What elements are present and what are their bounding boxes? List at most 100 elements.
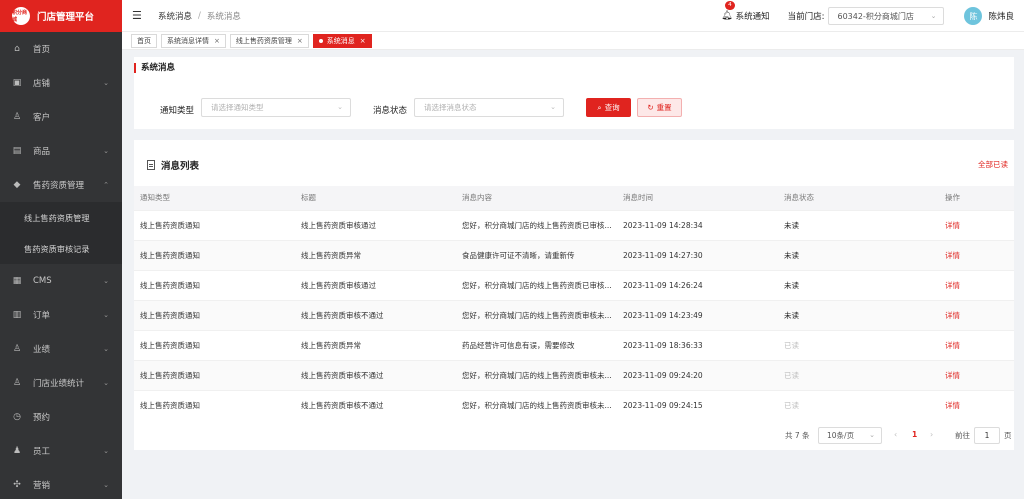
query-button[interactable]: ⌕ 查询: [586, 98, 631, 117]
sidebar-item-label: CMS: [33, 276, 52, 286]
sidebar-item-label: 预约: [33, 413, 51, 423]
detail-link[interactable]: 详情: [939, 329, 1014, 360]
table-cell-title: 线上售药资质审核不通过: [295, 299, 456, 330]
reset-button[interactable]: ↻ 重置: [637, 98, 682, 117]
table-row: 线上售药资质通知 线上售药资质审核通过 您好，积分商城门店的线上售药资质已审核...…: [134, 269, 1014, 300]
detail-link[interactable]: 详情: [939, 239, 1014, 270]
close-icon[interactable]: ×: [360, 37, 366, 45]
table-cell-time: 2023-11-09 14:26:24: [617, 269, 778, 300]
message-status-label: 消息状态: [373, 106, 408, 116]
sidebar-item-label: 店铺: [33, 79, 51, 89]
sidebar-item[interactable]: ▥ 订单 ⌄: [0, 298, 122, 332]
detail-link[interactable]: 详情: [939, 299, 1014, 330]
breadcrumb-current: 系统消息: [206, 11, 241, 22]
sidebar-item[interactable]: ♙ 业绩 ⌄: [0, 332, 122, 366]
sidebar-item[interactable]: ◆ 售药资质管理 ⌃: [0, 168, 122, 202]
sidebar-item[interactable]: ♙ 客户: [0, 100, 122, 134]
marketing-icon: ✣: [13, 480, 21, 490]
logo-bar[interactable]: 积分商城 门店管理平台: [0, 0, 122, 32]
column-header: 操作: [939, 186, 1014, 210]
app-title: 门店管理平台: [37, 12, 95, 23]
table-cell-time: 2023-11-09 09:24:15: [617, 389, 778, 420]
system-notice-button[interactable]: 🔔︎ 4 系统通知: [721, 1, 770, 22]
chevron-down-icon: ⌄: [103, 277, 109, 285]
list-title: 消息列表: [147, 158, 199, 172]
chevron-up-icon: ⌃: [103, 181, 109, 189]
breadcrumb-parent[interactable]: 系统消息: [158, 10, 192, 22]
store-select[interactable]: 60342-积分商城门店 ⌄: [828, 7, 945, 25]
message-status-select[interactable]: 请选择消息状态 ⌄: [414, 98, 564, 117]
username[interactable]: 陈炜良: [988, 10, 1014, 22]
notice-type-label: 通知类型: [160, 106, 195, 116]
detail-link[interactable]: 详情: [939, 359, 1014, 390]
table-cell-status: 已读: [778, 389, 939, 420]
detail-link[interactable]: 详情: [939, 209, 1014, 240]
table-row: 线上售药资质通知 线上售药资质异常 食品健康许可证不清晰，请重新传 2023-11-0…: [134, 239, 1014, 270]
table-cell-status: 未读: [778, 209, 939, 240]
table-cell-type: 线上售药资质通知: [134, 359, 295, 390]
table-cell-content: 药品经营许可信息有误，需要修改: [456, 329, 617, 360]
sidebar-item[interactable]: ⌂ 首页: [0, 32, 122, 66]
detail-link[interactable]: 详情: [939, 389, 1014, 420]
clock-icon: ◷: [13, 412, 21, 422]
chevron-down-icon: ⌄: [103, 345, 109, 353]
notice-type-select[interactable]: 请选择通知类型 ⌄: [201, 98, 351, 117]
table-cell-time: 2023-11-09 14:27:30: [617, 239, 778, 270]
order-icon: ▥: [12, 310, 22, 320]
sidebar-item[interactable]: ▣ 店铺 ⌄: [0, 66, 122, 100]
diamond-icon: ◆: [13, 180, 21, 190]
sidebar-item-label: 营销: [33, 481, 51, 491]
filter-panel: 系统消息 通知类型 请选择通知类型 ⌄ 消息状态 请选择消息状态 ⌄ ⌕ 查询 …: [134, 57, 1014, 129]
page-size-select[interactable]: 10条/页 ⌄: [818, 427, 882, 444]
menu-fold-icon[interactable]: ☰: [132, 9, 146, 22]
table-cell-type: 线上售药资质通知: [134, 299, 295, 330]
sidebar-item[interactable]: ◷ 预约: [0, 400, 122, 434]
table-cell-title: 线上售药资质审核不通过: [295, 359, 456, 390]
goto-page-input[interactable]: 1: [974, 427, 1000, 444]
search-icon: ⌕: [597, 102, 602, 112]
table-cell-title: 线上售药资质审核不通过: [295, 389, 456, 420]
avatar[interactable]: 陈: [964, 7, 983, 25]
tab-item[interactable]: 首页: [131, 33, 157, 48]
close-icon[interactable]: ×: [297, 37, 303, 45]
sidebar-subitem[interactable]: 售药资质审核记录: [0, 233, 122, 264]
message-status-placeholder: 请选择消息状态: [424, 103, 477, 112]
sidebar-item[interactable]: ♟ 员工 ⌄: [0, 434, 122, 468]
table-cell-content: 您好，积分商城门店的线上售药资质审核未...: [456, 389, 617, 420]
chevron-down-icon: ⌄: [103, 311, 109, 319]
sidebar-item[interactable]: ▦ CMS ⌄: [0, 264, 122, 298]
table-cell-type: 线上售药资质通知: [134, 239, 295, 270]
prev-page-icon[interactable]: ‹: [894, 430, 897, 439]
table-cell-content: 您好，积分商城门店的线上售药资质已审核...: [456, 269, 617, 300]
notice-type-placeholder: 请选择通知类型: [211, 103, 264, 112]
sidebar-item[interactable]: ♙ 门店业绩统计 ⌄: [0, 366, 122, 400]
tab-item[interactable]: 线上售药资质管理 ×: [229, 33, 309, 48]
active-dot-icon: [318, 38, 323, 43]
chevron-down-icon: ⌄: [103, 447, 109, 455]
next-page-icon[interactable]: ›: [930, 430, 933, 439]
staff-icon: ♟: [12, 446, 22, 456]
tab-item[interactable]: 系统消息详情 ×: [161, 33, 226, 48]
table-cell-time: 2023-11-09 14:28:34: [617, 209, 778, 240]
table-row: 线上售药资质通知 线上售药资质审核不通过 您好，积分商城门店的线上售药资质审核未..…: [134, 299, 1014, 330]
mark-all-read-link[interactable]: 全部已读: [978, 159, 1008, 170]
sidebar-item[interactable]: ▤ 商品 ⌄: [0, 134, 122, 168]
table-cell-status: 未读: [778, 299, 939, 330]
user-icon: ♙: [12, 112, 22, 122]
detail-link[interactable]: 详情: [939, 269, 1014, 300]
tab-item[interactable]: 系统消息 ×: [312, 33, 372, 48]
message-list-panel: 消息列表 全部已读 通知类型 标题 消息内容 消息时间 消息状态 操作 线上售药资质通知线…: [134, 140, 1014, 450]
sidebar-subitem[interactable]: 线上售药资质管理: [0, 202, 122, 233]
sidebar-item[interactable]: ✣ 营销 ⌄: [0, 468, 122, 499]
notice-badge: 4: [725, 1, 735, 10]
table-cell-type: 线上售药资质通知: [134, 329, 295, 360]
table-row: 线上售药资质通知 线上售药资质审核通过 您好，积分商城门店的线上售药资质已审核...…: [134, 209, 1014, 240]
table-cell-title: 线上售药资质审核通过: [295, 269, 456, 300]
close-icon[interactable]: ×: [214, 37, 220, 45]
sidebar-item-label: 首页: [33, 45, 51, 55]
chevron-down-icon: ⌄: [550, 103, 556, 111]
tab-label: 线上售药资质管理: [235, 36, 292, 45]
current-page[interactable]: 1: [912, 430, 917, 439]
breadcrumb-separator: /: [198, 10, 201, 21]
table-cell-type: 线上售药资质通知: [134, 269, 295, 300]
